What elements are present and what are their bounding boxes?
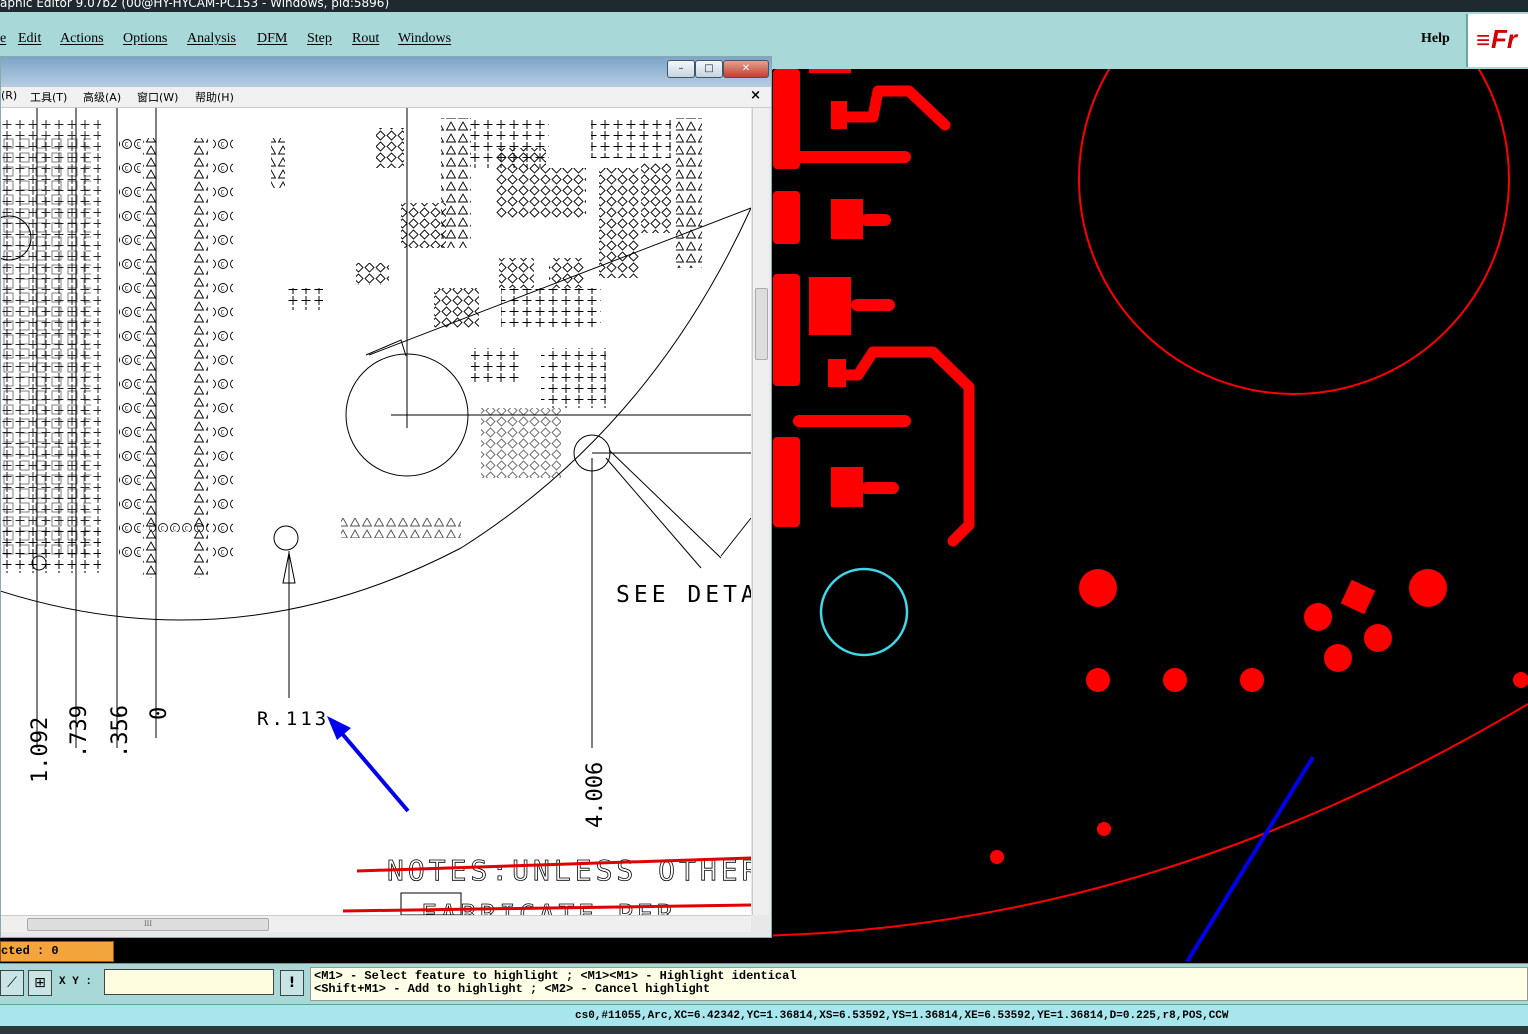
- smd-pad: [809, 277, 851, 335]
- viewer-caption[interactable]: – □ ✕: [1, 57, 771, 87]
- trace: [793, 151, 911, 163]
- board-outline-arc: [752, 702, 1528, 937]
- warning-button[interactable]: !: [280, 970, 304, 996]
- app-title: aphic Editor 9.07b2 (00@HY-HYCAM-PC153 -…: [0, 0, 390, 10]
- horizontal-scroll-thumb[interactable]: III: [27, 918, 269, 931]
- menu-dfm[interactable]: DFM: [257, 31, 287, 47]
- dim-356: .356: [108, 705, 133, 758]
- menu-windows[interactable]: Windows: [398, 31, 451, 47]
- via: [990, 850, 1004, 864]
- viewer-horizontal-scrollbar[interactable]: III: [1, 915, 751, 932]
- close-document-button[interactable]: ×: [750, 88, 761, 103]
- hint-line-1: <M1> - Select feature to highlight ; <M1…: [314, 969, 797, 983]
- annotation-arrow: [337, 728, 410, 813]
- smd-pad: [831, 199, 863, 239]
- warning-icon: !: [288, 975, 296, 991]
- brand-logo: ≡Fr: [1466, 14, 1528, 67]
- xy-coordinate-input[interactable]: [104, 969, 274, 995]
- trace: [861, 214, 891, 226]
- drawing-canvas[interactable]: C: [1, 108, 751, 915]
- measure-icon: ⟋: [7, 975, 17, 991]
- graphic-canvas[interactable]: [752, 0, 1528, 1016]
- pcb-graphic: [752, 0, 1528, 1016]
- dim-0: 0: [147, 707, 172, 720]
- trace: [809, 69, 851, 73]
- menu-options[interactable]: Options: [123, 31, 167, 47]
- annotation-arrowhead: [327, 716, 351, 740]
- board-arc-outline: [1078, 0, 1510, 395]
- xy-label: X Y :: [59, 976, 93, 988]
- trace: [851, 299, 895, 311]
- viewer-vertical-scrollbar[interactable]: [752, 108, 769, 915]
- square-pad: [1340, 579, 1376, 615]
- trace: [793, 415, 911, 427]
- grid-icon: ⊞: [34, 975, 46, 991]
- edge-pad: [773, 191, 800, 244]
- grid-tool-button[interactable]: ⊞: [28, 970, 52, 996]
- via: [1163, 668, 1187, 692]
- brand-logo-text: ≡Fr: [1476, 24, 1518, 54]
- trace: [831, 346, 975, 547]
- via: [1097, 822, 1111, 836]
- viewer-menu-edit[interactable]: (R): [1, 89, 17, 102]
- viewer-menu-window[interactable]: 窗口(W): [137, 89, 178, 105]
- trace: [833, 85, 951, 131]
- via: [1513, 672, 1528, 688]
- annotation-arrow: [1156, 755, 1315, 1011]
- drawing-viewer-window[interactable]: – □ ✕ (R) 工具(T) 高级(A) 窗口(W) 帮助(H) × 1.09…: [0, 56, 772, 938]
- viewer-menu-advanced[interactable]: 高级(A): [83, 89, 121, 105]
- minimize-button[interactable]: –: [667, 60, 695, 78]
- smd-pad: [831, 467, 863, 507]
- copper-features: [773, 69, 1528, 864]
- feature-status-bar: cs0,#11055,Arc,XC=6.42342,YC=1.36814,XS=…: [0, 1004, 1528, 1027]
- mechanical-drawing: C: [1, 108, 751, 915]
- via: [1304, 603, 1332, 631]
- menu-step[interactable]: Step: [307, 31, 332, 47]
- component-symbols: [1, 108, 702, 578]
- measure-tool-button[interactable]: ⟋: [0, 970, 24, 996]
- via: [1324, 644, 1352, 672]
- dim-1092: 1.092: [28, 717, 53, 783]
- command-toolbar: ⟋ ⊞ X Y : ! <M1> - Select feature to hig…: [0, 963, 1528, 1004]
- via: [1086, 668, 1110, 692]
- via: [1409, 569, 1447, 607]
- menu-edit[interactable]: Edit: [18, 31, 41, 47]
- menu-file[interactable]: e: [0, 31, 6, 47]
- drawing-dimensions: 1.092 .739 .356 0 4.006 R.113 SEE DETA N…: [28, 582, 751, 915]
- feature-info: cs0,#11055,Arc,XC=6.42342,YC=1.36814,XS=…: [575, 1010, 1229, 1022]
- vertical-scroll-thumb[interactable]: [755, 288, 768, 360]
- highlighted-arc[interactable]: [819, 567, 909, 657]
- menu-actions[interactable]: Actions: [60, 31, 104, 47]
- menu-rout[interactable]: Rout: [352, 31, 379, 47]
- taskbar-strip: [0, 1026, 1528, 1034]
- trace: [861, 482, 899, 494]
- selected-count: cted : 0: [0, 941, 114, 962]
- viewer-menu-help[interactable]: 帮助(H): [195, 89, 234, 105]
- menu-help[interactable]: Help: [1421, 31, 1450, 47]
- menu-analysis[interactable]: Analysis: [187, 31, 236, 47]
- radius-label: R.113: [257, 708, 329, 730]
- maximize-button[interactable]: □: [695, 60, 723, 78]
- window-close-button[interactable]: ✕: [723, 60, 769, 78]
- edge-pad: [773, 437, 800, 527]
- logo-stripes-icon: ≡: [1476, 27, 1491, 54]
- see-detail-label: SEE DETA: [616, 582, 751, 608]
- viewer-menu-bar: (R) 工具(T) 高级(A) 窗口(W) 帮助(H) ×: [1, 87, 771, 108]
- mouse-hints: <M1> - Select feature to highlight ; <M1…: [310, 967, 1528, 1001]
- via: [1240, 668, 1264, 692]
- via: [1364, 624, 1392, 652]
- dim-739: .739: [67, 705, 92, 758]
- hint-line-2: <Shift+M1> - Add to highlight ; <M2> - C…: [314, 982, 711, 996]
- app-title-bar: aphic Editor 9.07b2 (00@HY-HYCAM-PC153 -…: [0, 0, 1528, 12]
- via: [1079, 569, 1117, 607]
- viewer-menu-tools[interactable]: 工具(T): [30, 89, 67, 105]
- edge-pad: [773, 274, 800, 386]
- dim-4006: 4.006: [583, 762, 608, 828]
